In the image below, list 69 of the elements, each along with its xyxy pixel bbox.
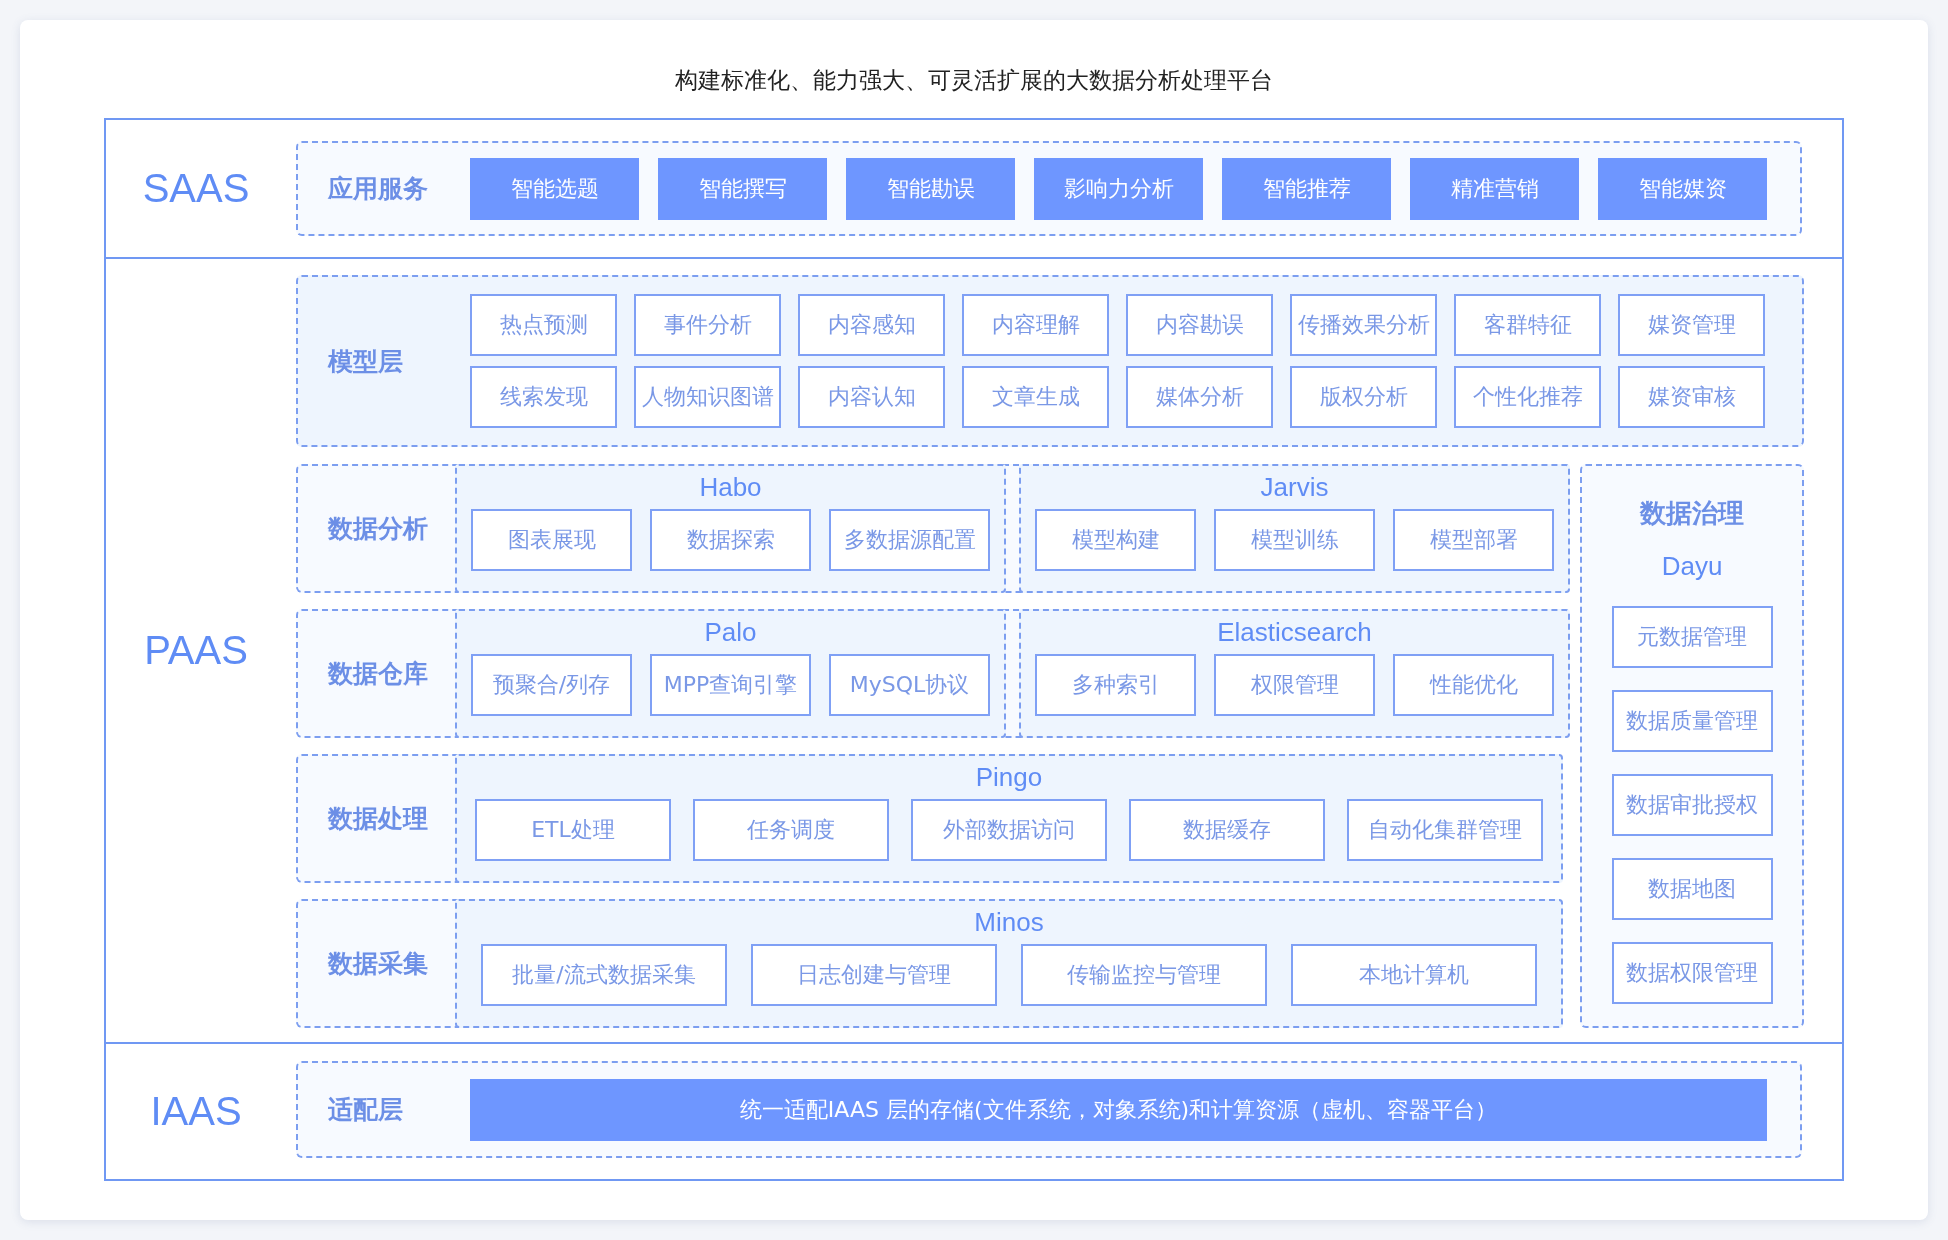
module-title: Jarvis (1260, 472, 1329, 504)
layer-name: SAAS (142, 166, 251, 211)
service-tile: 精准营销 (1410, 157, 1579, 220)
feature-tile: 内容认知 (798, 366, 945, 428)
feature-tile: 媒资管理 (1618, 294, 1765, 356)
feature-tile: 元数据管理 (1611, 606, 1773, 668)
feature-tile: 模型构建 (1035, 509, 1196, 572)
feature-tile: 传播效果分析 (1290, 294, 1437, 356)
feature-tile: 批量/流式数据采集 (481, 944, 727, 1007)
feature-tile: 内容理解 (962, 294, 1109, 356)
feature-tile: 模型部署 (1393, 509, 1554, 572)
feature-tile: 外部数据访问 (911, 799, 1107, 862)
feature-tile: MPP查询引擎 (650, 654, 811, 717)
module-title: 数据治理 (1640, 497, 1744, 530)
feature-tile: 多数据源配置 (829, 509, 990, 572)
feature-tile: 事件分析 (634, 294, 781, 356)
feature-tile: 内容勘误 (1126, 294, 1273, 356)
feature-tile: 性能优化 (1393, 654, 1554, 717)
adapter-bar: 统一适配IAAS 层的存储(文件系统，对象系统)和计算资源（虚机、容器平台） (470, 1078, 1767, 1141)
feature-tile: 预聚合/列存 (471, 654, 632, 717)
feature-tile: 本地计算机 (1291, 944, 1537, 1007)
service-tile: 智能勘误 (846, 157, 1015, 220)
feature-tile: 日志创建与管理 (751, 944, 997, 1007)
module-title: Habo (699, 472, 762, 504)
service-tile: 智能撰写 (658, 157, 827, 220)
service-tile: 智能推荐 (1222, 157, 1391, 220)
feature-tile: 线索发现 (470, 366, 617, 428)
feature-tile: 客群特征 (1454, 294, 1601, 356)
feature-tile: 数据缓存 (1129, 799, 1325, 862)
feature-tile: 人物知识图谱 (634, 366, 781, 428)
group-label: 适配层 (327, 1094, 404, 1126)
feature-tile: 图表展现 (471, 509, 632, 572)
feature-tile: 媒体分析 (1126, 366, 1273, 428)
feature-tile: 多种索引 (1035, 654, 1196, 717)
feature-tile: 模型训练 (1214, 509, 1375, 572)
layer-name: PAAS (144, 628, 249, 673)
feature-tile: 任务调度 (693, 799, 889, 862)
module-title: Elasticsearch (1217, 617, 1372, 649)
feature-tile: 数据地图 (1611, 858, 1773, 920)
group-label: 数据仓库 (327, 658, 429, 690)
service-tile: 智能媒资 (1598, 157, 1767, 220)
diagram-title: 构建标准化、能力强大、可灵活扩展的大数据分析处理平台 (675, 67, 1273, 93)
feature-tile: 文章生成 (962, 366, 1109, 428)
feature-tile: 内容感知 (798, 294, 945, 356)
feature-tile: 数据质量管理 (1611, 690, 1773, 752)
group-label: 模型层 (326, 345, 404, 378)
feature-tile: 个性化推荐 (1454, 366, 1601, 428)
feature-tile: 传输监控与管理 (1021, 944, 1267, 1007)
feature-tile: 数据权限管理 (1611, 942, 1773, 1004)
feature-tile: 数据探索 (650, 509, 811, 572)
feature-tile: 媒资审核 (1618, 366, 1765, 428)
feature-tile: 权限管理 (1214, 654, 1375, 717)
module-title: Palo (704, 617, 757, 649)
group-label: 数据分析 (327, 513, 429, 545)
layer-name: IAAS (150, 1089, 243, 1134)
group-label: 数据处理 (327, 803, 429, 835)
feature-tile: 热点预测 (470, 294, 617, 356)
feature-tile: ETL处理 (475, 799, 671, 862)
service-tile: 影响力分析 (1034, 157, 1203, 220)
feature-tile: MySQL协议 (829, 654, 990, 717)
module-subtitle: Dayu (1661, 551, 1723, 582)
module-title: Pingo (975, 762, 1043, 794)
feature-tile: 数据审批授权 (1611, 774, 1773, 836)
module-title: Minos (974, 907, 1044, 939)
group-label: 应用服务 (327, 173, 429, 205)
feature-tile: 自动化集群管理 (1347, 799, 1543, 862)
feature-tile: 版权分析 (1290, 366, 1437, 428)
service-tile: 智能选题 (470, 157, 639, 220)
group-label: 数据采集 (327, 948, 429, 980)
